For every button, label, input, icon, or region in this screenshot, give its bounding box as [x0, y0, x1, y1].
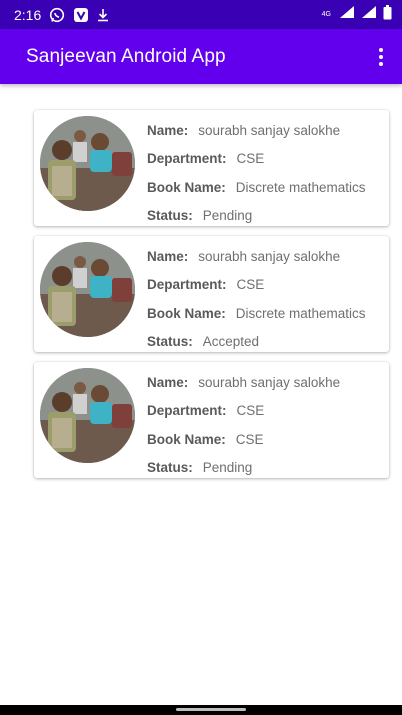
book-name-row: Book Name: Discrete mathematics	[147, 299, 383, 328]
avatar	[40, 116, 135, 211]
book-name-value: Discrete mathematics	[235, 305, 366, 321]
v-app-icon	[73, 7, 89, 23]
name-value: sourabh sanjay salokhe	[198, 374, 341, 390]
request-info: Name: sourabh sanjay salokhe Department:…	[147, 116, 383, 230]
status-label: Status:	[147, 460, 193, 476]
status-time: 2:16	[14, 6, 42, 23]
book-name-row: Book Name: Discrete mathematics	[147, 173, 383, 202]
department-label: Department:	[147, 151, 227, 167]
whatsapp-icon	[49, 7, 65, 23]
name-label: Name:	[147, 374, 189, 390]
request-card[interactable]: Name: sourabh sanjay salokhe Department:…	[34, 110, 389, 226]
status-label: Status:	[147, 334, 193, 350]
status-label: Status:	[147, 208, 193, 224]
department-label: Department:	[147, 403, 227, 419]
avatar	[40, 242, 135, 337]
status-left: 2:16	[14, 7, 109, 23]
battery-icon	[383, 4, 392, 25]
name-label: Name:	[147, 248, 189, 264]
signal-icon	[339, 5, 355, 24]
more-vert-icon[interactable]	[372, 42, 390, 72]
status-value: Accepted	[202, 334, 260, 350]
home-gesture-handle[interactable]	[176, 708, 246, 711]
download-icon	[97, 8, 109, 22]
avatar	[40, 368, 135, 463]
book-name-value: Discrete mathematics	[235, 179, 366, 195]
status-value: Pending	[202, 208, 253, 224]
department-row: Department: CSE	[147, 397, 383, 426]
department-label: Department:	[147, 277, 227, 293]
status-right: 4G	[321, 4, 392, 25]
status-bar: 2:16 4G	[0, 0, 402, 29]
name-row: Name: sourabh sanjay salokhe	[147, 116, 383, 145]
signal-icon	[361, 5, 377, 24]
department-value: CSE	[236, 403, 265, 419]
request-list: Name: sourabh sanjay salokhe Department:…	[34, 110, 389, 488]
book-name-label: Book Name:	[147, 431, 226, 447]
name-label: Name:	[147, 122, 189, 138]
department-value: CSE	[236, 277, 265, 293]
book-name-label: Book Name:	[147, 305, 226, 321]
department-row: Department: CSE	[147, 271, 383, 300]
name-row: Name: sourabh sanjay salokhe	[147, 368, 383, 397]
book-name-row: Book Name: CSE	[147, 425, 383, 454]
department-value: CSE	[236, 151, 265, 167]
app-title: Sanjeevan Android App	[26, 45, 226, 67]
status-row: Status: Pending	[147, 202, 383, 231]
status-row: Status: Pending	[147, 454, 383, 483]
book-name-label: Book Name:	[147, 179, 226, 195]
name-value: sourabh sanjay salokhe	[198, 122, 341, 138]
status-row: Status: Accepted	[147, 328, 383, 357]
name-row: Name: sourabh sanjay salokhe	[147, 242, 383, 271]
status-value: Pending	[202, 460, 253, 476]
request-card[interactable]: Name: sourabh sanjay salokhe Department:…	[34, 236, 389, 352]
network-type-label: 4G	[321, 11, 331, 18]
app-bar: Sanjeevan Android App	[0, 29, 402, 84]
request-info: Name: sourabh sanjay salokhe Department:…	[147, 242, 383, 356]
name-value: sourabh sanjay salokhe	[198, 248, 341, 264]
request-card[interactable]: Name: sourabh sanjay salokhe Department:…	[34, 362, 389, 478]
book-name-value: CSE	[235, 431, 264, 447]
request-info: Name: sourabh sanjay salokhe Department:…	[147, 368, 383, 482]
department-row: Department: CSE	[147, 145, 383, 174]
